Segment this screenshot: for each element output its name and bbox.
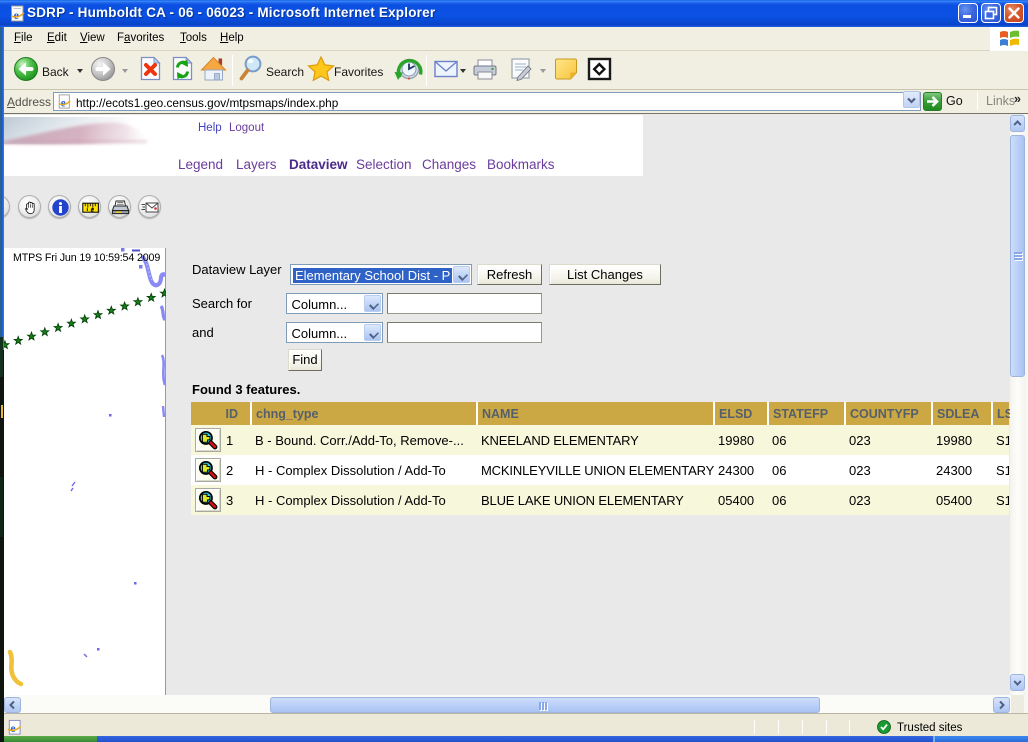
svg-text:e: e <box>10 722 15 735</box>
svg-text:e: e <box>14 8 20 22</box>
svg-text:e: e <box>61 97 66 109</box>
